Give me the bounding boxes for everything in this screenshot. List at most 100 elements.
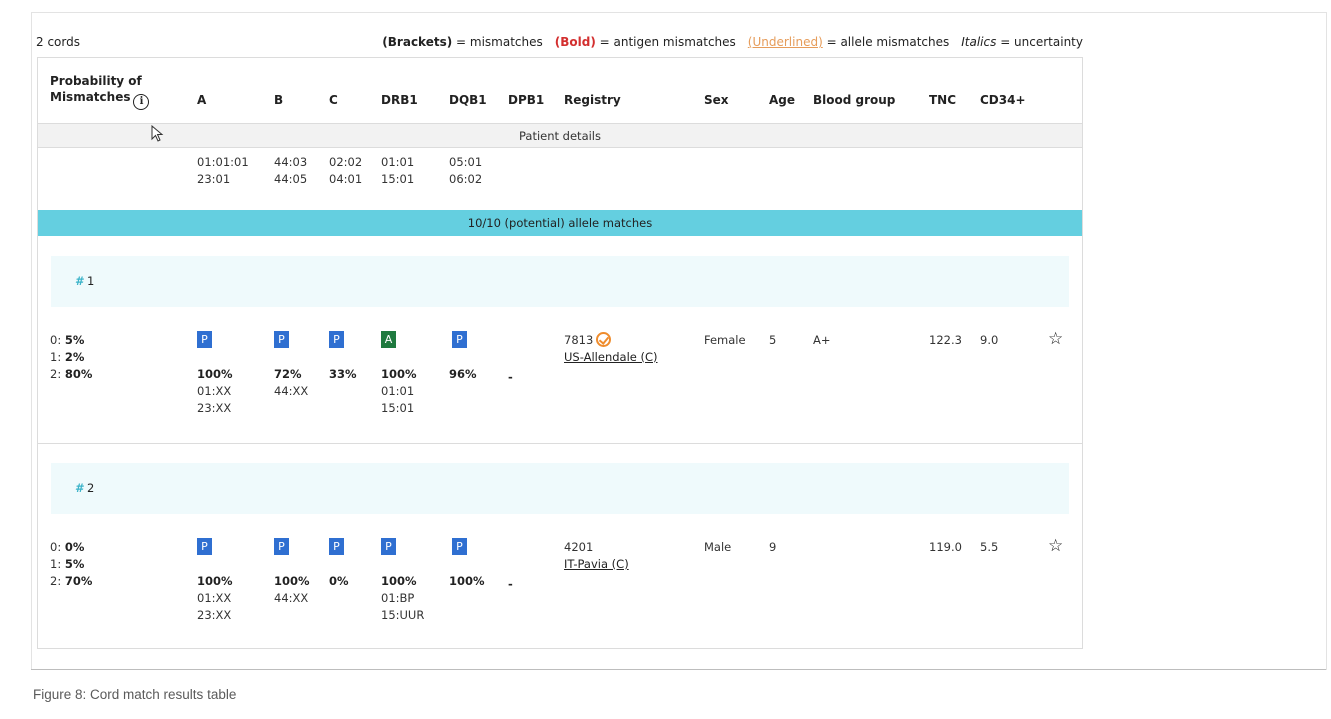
hash-icon: #	[75, 481, 84, 495]
col-dpb1[interactable]: DPB1	[508, 93, 544, 107]
row-divider	[38, 443, 1082, 444]
typing-1: 01:BP	[381, 591, 415, 605]
match-pct: 100%	[381, 574, 417, 588]
legend-bold-key: (Bold)	[554, 35, 596, 49]
cord-count: 2 cords	[36, 35, 80, 49]
patient-b: 44:03 44:05	[274, 154, 307, 188]
badge-drb1[interactable]: A	[381, 331, 396, 348]
result-number: #2	[75, 481, 94, 495]
match-a: 100% 01:XX 23:XX	[197, 573, 233, 624]
col-probability-line1: Probability of	[50, 74, 142, 88]
col-tnc[interactable]: TNC	[929, 93, 956, 107]
prob-label: 1:	[50, 557, 65, 571]
legend: (Brackets) = mismatches (Bold) = antigen …	[382, 35, 1083, 49]
prob-value: 5%	[64, 557, 85, 571]
col-registry[interactable]: Registry	[564, 93, 621, 107]
badge-a[interactable]: P	[197, 538, 212, 555]
patient-a-2: 23:01	[197, 172, 231, 186]
patient-c-1: 02:02	[329, 155, 363, 169]
check-circle-icon	[596, 332, 612, 347]
patient-b-2: 44:05	[274, 172, 308, 186]
legend-underlined-desc: = allele mismatches	[822, 35, 950, 49]
registry-link[interactable]: IT-Pavia (C)	[564, 556, 629, 573]
match-pct: 33%	[329, 367, 357, 381]
match-pct: 100%	[274, 574, 310, 588]
match-pct: 72%	[274, 367, 302, 381]
patient-drb1-2: 15:01	[381, 172, 415, 186]
match-pct: 100%	[381, 367, 417, 381]
legend-italics-desc: = uncertainty	[996, 35, 1083, 49]
col-cd34[interactable]: CD34+	[980, 93, 1026, 107]
legend-brackets-key: (Brackets)	[382, 35, 453, 49]
blood-group: A+	[813, 333, 831, 347]
prob-value: 70%	[64, 574, 93, 588]
prob-value: 80%	[64, 367, 93, 381]
info-icon[interactable]: i	[133, 94, 150, 110]
legend-brackets-desc: = mismatches	[452, 35, 543, 49]
typing-1: 01:XX	[197, 384, 232, 398]
prob-label: 2:	[50, 367, 65, 381]
badge-a[interactable]: P	[197, 331, 212, 348]
registry: 4201 IT-Pavia (C)	[564, 539, 629, 573]
badge-b[interactable]: P	[274, 331, 289, 348]
badge-drb1[interactable]: P	[381, 538, 396, 555]
match-pct: 96%	[449, 367, 477, 381]
col-c[interactable]: C	[329, 93, 338, 107]
col-dqb1[interactable]: DQB1	[449, 93, 487, 107]
registry-link[interactable]: US-Allendale (C)	[564, 349, 658, 366]
col-blood-group[interactable]: Blood group	[813, 93, 895, 107]
col-probability[interactable]: Probability of Mismatches i	[50, 74, 150, 110]
col-drb1[interactable]: DRB1	[381, 93, 418, 107]
typing-2: 15:UUR	[381, 608, 425, 622]
col-b[interactable]: B	[274, 93, 283, 107]
allele-match-band: 10/10 (potential) allele matches	[38, 210, 1082, 236]
result-number-value: 1	[87, 274, 95, 288]
badge-c[interactable]: P	[329, 331, 344, 348]
mouse-cursor-icon	[151, 125, 164, 142]
match-dpb1: -	[508, 370, 513, 384]
prob-value: 0%	[64, 540, 85, 554]
patient-dqb1-2: 06:02	[449, 172, 483, 186]
typing-2: 23:XX	[197, 608, 232, 622]
prob-value: 5%	[64, 333, 85, 347]
cd34: 5.5	[980, 540, 999, 554]
star-icon[interactable]: ☆	[1048, 538, 1063, 555]
col-age[interactable]: Age	[769, 93, 795, 107]
legend-underlined-key: (Underlined)	[747, 35, 823, 49]
patient-details-band: Patient details	[38, 124, 1082, 148]
patient-a-1: 01:01:01	[197, 155, 249, 169]
figure-divider	[31, 669, 1326, 670]
match-b: 72% 44:XX	[274, 366, 308, 400]
col-sex[interactable]: Sex	[704, 93, 729, 107]
table-header: Probability of Mismatches i A B C DRB1 DQ…	[38, 58, 1082, 124]
result-number: #1	[75, 274, 94, 288]
patient-c: 02:02 04:01	[329, 154, 362, 188]
registry: 7813 US-Allendale (C)	[564, 332, 658, 366]
patient-drb1-1: 01:01	[381, 155, 415, 169]
tnc: 122.3	[929, 333, 962, 347]
match-pct: 0%	[329, 574, 349, 588]
badge-c[interactable]: P	[329, 538, 344, 555]
typing-1: 44:XX	[274, 591, 309, 605]
badge-dqb1[interactable]: P	[452, 331, 467, 348]
col-probability-line2: Mismatches	[50, 90, 131, 104]
prob-value: 2%	[64, 350, 85, 364]
match-dpb1: -	[508, 577, 513, 591]
match-pct: 100%	[197, 367, 233, 381]
badge-dqb1[interactable]: P	[452, 538, 467, 555]
match-dqb1: 96%	[449, 366, 477, 383]
sex: Female	[704, 333, 746, 347]
figure-caption: Figure 8: Cord match results table	[33, 687, 237, 702]
col-a[interactable]: A	[197, 93, 206, 107]
badge-b[interactable]: P	[274, 538, 289, 555]
typing-2: 15:01	[381, 401, 415, 415]
patient-dqb1-1: 05:01	[449, 155, 483, 169]
typing-1: 01:01	[381, 384, 415, 398]
cord-results-table: Probability of Mismatches i A B C DRB1 DQ…	[37, 57, 1083, 649]
match-drb1: 100% 01:BP 15:UUR	[381, 573, 424, 624]
match-pct: 100%	[449, 574, 485, 588]
match-a: 100% 01:XX 23:XX	[197, 366, 233, 417]
prob-label: 0:	[50, 333, 65, 347]
star-icon[interactable]: ☆	[1048, 331, 1063, 348]
age: 9	[769, 540, 777, 554]
